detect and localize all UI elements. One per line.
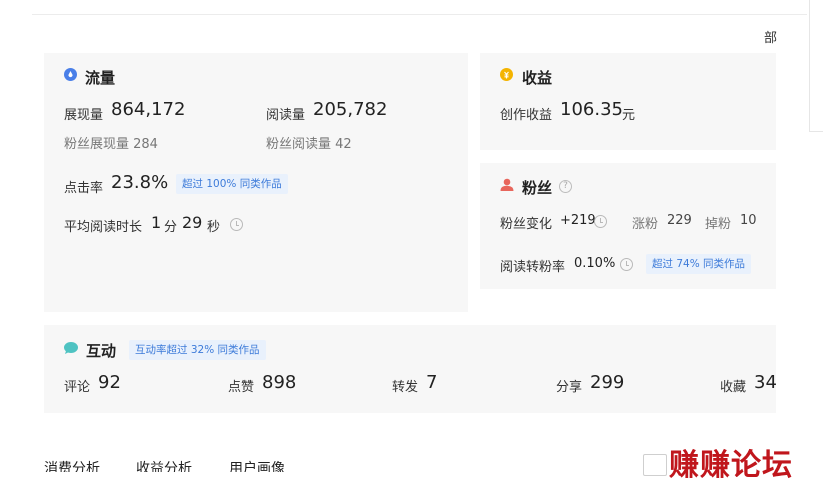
right-panel-edge (809, 0, 810, 132)
fans-change-label: 粉丝变化 (500, 217, 553, 232)
chat-bubble-icon (64, 342, 78, 354)
fans-card: 粉丝 ? 粉丝变化 +219 涨粉 229 掉粉 10 阅读转粉率 0.10% … (480, 163, 776, 289)
conv-value: 0.10% (574, 256, 616, 271)
export-button[interactable] (643, 454, 667, 476)
fan-impressions: 粉丝展现量 284 (64, 137, 158, 152)
conv-label: 阅读转粉率 (500, 260, 566, 275)
user-icon (500, 178, 514, 191)
clock-icon[interactable] (230, 218, 243, 231)
ctr-label: 点击率 (64, 181, 104, 196)
clock-icon[interactable] (620, 258, 633, 271)
clock-icon[interactable] (594, 215, 607, 228)
traffic-card: 流量 展现量 864,172 阅读量 205,782 粉丝展现量 284 粉丝阅… (44, 53, 468, 312)
income-unit: 元 (622, 108, 636, 123)
ctr-tag: 超过 100% 同类作品 (176, 174, 288, 194)
income-value: 106.35 (560, 99, 623, 120)
reads-value: 205,782 (313, 99, 388, 120)
income-card: 收益 创作收益 106.35 元 (480, 53, 776, 150)
tab-consumption[interactable]: 消费分析 (44, 458, 100, 472)
fan-reads: 粉丝阅读量 42 (266, 137, 352, 152)
min-unit: 分 (164, 220, 178, 235)
tab-user-profile[interactable]: 用户画像 (229, 458, 285, 472)
interaction-title: 互动 (86, 342, 117, 360)
top-divider (32, 14, 807, 15)
loss-value: 10 (740, 213, 757, 228)
corner-text: 部 (764, 31, 778, 46)
shares-value: 7 (426, 372, 438, 393)
conv-tag: 超过 74% 同类作品 (646, 254, 752, 274)
comments-label: 评论 (64, 380, 91, 395)
impressions-value: 864,172 (111, 99, 186, 120)
income-label: 创作收益 (500, 108, 553, 123)
share2-label: 分享 (556, 380, 583, 395)
likes-label: 点赞 (228, 380, 255, 395)
right-panel-edge-bottom (809, 131, 823, 132)
income-title: 收益 (522, 69, 553, 87)
fans-change-value: +219 (560, 213, 596, 228)
sec-unit: 秒 (207, 220, 221, 235)
traffic-title: 流量 (85, 69, 116, 87)
fans-title: 粉丝 (522, 179, 553, 197)
fav-value: 34 (754, 372, 777, 393)
comments-value: 92 (98, 372, 121, 393)
watermark-logo: 赚赚论坛 (669, 448, 793, 483)
fav-label: 收藏 (720, 380, 747, 395)
avg-read-min: 1 (151, 213, 162, 232)
loss-label: 掉粉 (705, 217, 732, 232)
traffic-icon (64, 68, 77, 81)
interaction-tag: 互动率超过 32% 同类作品 (129, 340, 266, 360)
help-icon[interactable]: ? (559, 180, 572, 193)
share2-value: 299 (590, 372, 625, 393)
impressions-label: 展现量 (64, 108, 104, 123)
ctr-value: 23.8% (111, 172, 169, 193)
gain-label: 涨粉 (632, 217, 659, 232)
avg-read-label: 平均阅读时长 (64, 220, 143, 235)
gain-value: 229 (667, 213, 692, 228)
interaction-card: 互动 互动率超过 32% 同类作品 评论 92 点赞 898 转发 7 分享 2… (44, 325, 777, 413)
coin-icon (500, 68, 513, 81)
avg-read-sec: 29 (182, 213, 203, 232)
shares-label: 转发 (392, 380, 419, 395)
tab-income[interactable]: 收益分析 (136, 458, 192, 472)
reads-label: 阅读量 (266, 108, 306, 123)
likes-value: 898 (262, 372, 297, 393)
